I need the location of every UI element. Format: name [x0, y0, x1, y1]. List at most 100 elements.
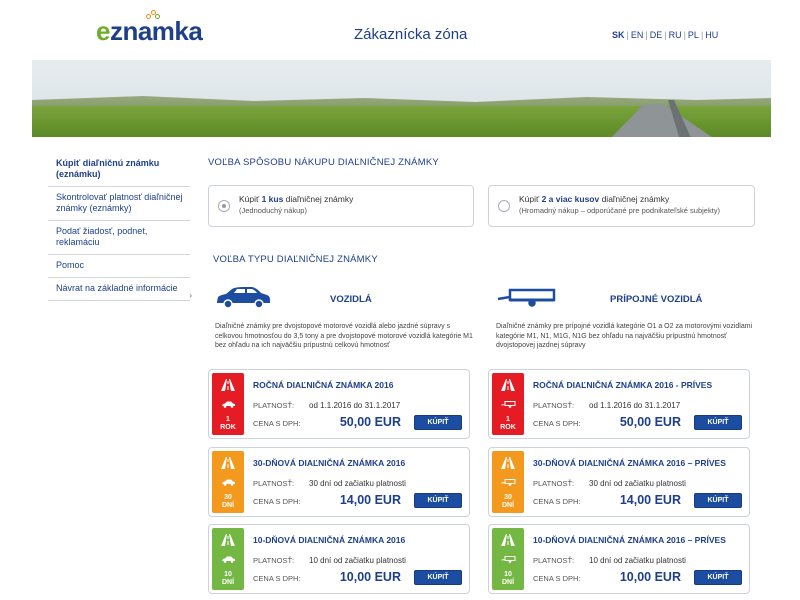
- badge-number: 30: [504, 494, 512, 501]
- sidebar-item-label: Podať žiadosť, podnet, reklamáciu: [56, 226, 148, 247]
- product-card-trailers-0: 1 ROK ROČNÁ DIAĽNIČNÁ ZNÁMKA 2016 - PRÍVE…: [488, 369, 750, 439]
- trailers-description: Diaľničné známky pre prípojné vozidlá ka…: [496, 323, 753, 349]
- buy-button[interactable]: KÚPIŤ: [414, 415, 462, 430]
- sidebar-item-help[interactable]: Pomoc: [48, 255, 190, 278]
- product-title: ROČNÁ DIAĽNIČNÁ ZNÁMKA 2016: [253, 380, 394, 390]
- buy-button[interactable]: KÚPIŤ: [414, 570, 462, 585]
- badge-unit: DNÍ: [221, 579, 235, 586]
- car-icon: [222, 556, 235, 563]
- single-purchase-option[interactable]: Kúpiť 1 kus diaľničnej známky (Jednoduch…: [208, 185, 474, 227]
- validity-value: 30 dní od začiatku platnosti: [589, 479, 686, 488]
- price-value: 14,00 EUR: [619, 493, 681, 507]
- price-label: CENA S DPH:: [253, 574, 301, 583]
- badge-number: 1: [226, 416, 230, 423]
- option-subtitle: (Hromadný nákup – odporúčané pre podnika…: [519, 206, 721, 215]
- highway-icon: [501, 457, 515, 469]
- trailer-icon: [501, 556, 516, 563]
- lang-de[interactable]: DE: [650, 30, 663, 40]
- sidebar-nav: Kúpiť diaľničnú známku (eznámku) Skontro…: [48, 153, 192, 301]
- badge-unit: DNÍ: [501, 579, 515, 586]
- trailers-title: PRÍPOJNÉ VOZIDLÁ: [610, 294, 703, 305]
- badge-number: 10: [504, 571, 512, 578]
- price-value: 10,00 EUR: [339, 570, 401, 584]
- trailer-icon: [497, 288, 556, 309]
- product-card-vehicles-0: 1 ROK ROČNÁ DIAĽNIČNÁ ZNÁMKA 2016 PLATNOS…: [208, 369, 470, 439]
- logo-text: eznamka: [96, 16, 203, 46]
- highway-icon: [221, 457, 235, 469]
- car-icon: [222, 401, 235, 408]
- car-icon: [222, 479, 235, 486]
- duration-badge: 30 DNÍ: [212, 451, 244, 513]
- sidebar-item-label: Návrat na základné informácie: [56, 283, 178, 293]
- sidebar-item-label: Pomoc: [56, 260, 85, 270]
- buy-button[interactable]: KÚPIŤ: [694, 415, 742, 430]
- product-title: 30-DŇOVÁ DIAĽNIČNÁ ZNÁMKA 2016 – PRÍVES: [533, 458, 726, 468]
- sidebar-item-label: Kúpiť diaľničnú známku (eznámku): [56, 158, 160, 179]
- validity-value: od 1.1.2016 do 31.1.2017: [589, 401, 681, 410]
- validity-value: 30 dní od začiatku platnosti: [309, 479, 406, 488]
- lang-ru[interactable]: RU: [669, 30, 682, 40]
- lang-sk[interactable]: SK: [612, 30, 625, 40]
- highway-icon: [221, 379, 235, 391]
- buy-button[interactable]: KÚPIŤ: [694, 493, 742, 508]
- sidebar-item-back[interactable]: Návrat na základné informácie ›: [48, 278, 192, 301]
- product-title: 10-DŇOVÁ DIAĽNIČNÁ ZNÁMKA 2016: [253, 535, 406, 545]
- badge-unit: DNÍ: [501, 502, 515, 509]
- lang-pl[interactable]: PL: [688, 30, 699, 40]
- highway-icon: [501, 534, 515, 546]
- car-icon: [217, 287, 270, 309]
- badge-number: 30: [224, 494, 232, 501]
- price-value: 14,00 EUR: [339, 493, 401, 507]
- badge-unit: ROK: [500, 424, 516, 431]
- highway-icon: [221, 534, 235, 546]
- buy-button[interactable]: KÚPIŤ: [694, 570, 742, 585]
- product-card-vehicles-2: 10 DNÍ 10-DŇOVÁ DIAĽNIČNÁ ZNÁMKA 2016 PLA…: [208, 524, 470, 594]
- purchase-method-heading: VOĽBA SPÔSOBU NÁKUPU DIAĽNIČNEJ ZNÁMKY: [208, 157, 439, 168]
- product-card-trailers-2: 10 DNÍ 10-DŇOVÁ DIAĽNIČNÁ ZNÁMKA 2016 – P…: [488, 524, 750, 594]
- vehicles-description: Diaľničné známky pre dvojstopové motorov…: [215, 323, 473, 349]
- price-label: CENA S DPH:: [253, 419, 301, 428]
- validity-label: PLATNOSŤ:: [533, 556, 575, 565]
- trailer-icon: [501, 401, 516, 408]
- duration-badge: 10 DNÍ: [492, 528, 524, 590]
- validity-value: 10 dní od začiatku platnosti: [589, 556, 686, 565]
- buy-button[interactable]: KÚPIŤ: [414, 493, 462, 508]
- lang-hu[interactable]: HU: [705, 30, 718, 40]
- validity-value: 10 dní od začiatku platnosti: [309, 556, 406, 565]
- chevron-right-icon: ›: [189, 291, 192, 300]
- site-logo[interactable]: eznamka: [96, 10, 216, 46]
- validity-label: PLATNOSŤ:: [533, 401, 575, 410]
- validity-label: PLATNOSŤ:: [253, 556, 295, 565]
- highway-icon: [501, 379, 515, 391]
- price-label: CENA S DPH:: [533, 419, 581, 428]
- badge-unit: ROK: [220, 424, 236, 431]
- sidebar-item-buy[interactable]: Kúpiť diaľničnú známku (eznámku): [48, 153, 190, 187]
- page-title: Zákaznícka zóna: [354, 26, 468, 43]
- product-title: 10-DŇOVÁ DIAĽNIČNÁ ZNÁMKA 2016 – PRÍVES: [533, 535, 726, 545]
- price-label: CENA S DPH:: [533, 497, 581, 506]
- option-subtitle: (Jednoduchý nákup): [239, 206, 307, 215]
- lang-en[interactable]: EN: [631, 30, 644, 40]
- duration-badge: 30 DNÍ: [492, 451, 524, 513]
- price-value: 50,00 EUR: [619, 415, 681, 429]
- product-title: 30-DŇOVÁ DIAĽNIČNÁ ZNÁMKA 2016: [253, 458, 406, 468]
- price-value: 50,00 EUR: [339, 415, 401, 429]
- sidebar-item-request[interactable]: Podať žiadosť, podnet, reklamáciu: [48, 221, 190, 255]
- language-switcher: SK | EN | DE | RU | PL | HU: [612, 30, 719, 40]
- price-label: CENA S DPH:: [253, 497, 301, 506]
- validity-label: PLATNOSŤ:: [253, 479, 295, 488]
- badge-unit: DNÍ: [221, 502, 235, 509]
- radio-bulk[interactable]: [498, 200, 510, 212]
- validity-value: od 1.1.2016 do 31.1.2017: [309, 401, 401, 410]
- badge-number: 10: [224, 571, 232, 578]
- price-value: 10,00 EUR: [619, 570, 681, 584]
- product-title: ROČNÁ DIAĽNIČNÁ ZNÁMKA 2016 - PRÍVES: [533, 380, 713, 390]
- trailer-icon: [501, 479, 516, 486]
- duration-badge: 1 ROK: [492, 373, 524, 435]
- duration-badge: 10 DNÍ: [212, 528, 244, 590]
- product-card-vehicles-1: 30 DNÍ 30-DŇOVÁ DIAĽNIČNÁ ZNÁMKA 2016 PLA…: [208, 447, 470, 517]
- bulk-purchase-option[interactable]: Kúpiť 2 a viac kusov diaľničnej známky (…: [488, 185, 755, 227]
- radio-single[interactable]: [218, 200, 230, 212]
- sidebar-item-check[interactable]: Skontrolovať platnosť diaľničnej známky …: [48, 187, 190, 221]
- header-banner-image: [32, 60, 771, 137]
